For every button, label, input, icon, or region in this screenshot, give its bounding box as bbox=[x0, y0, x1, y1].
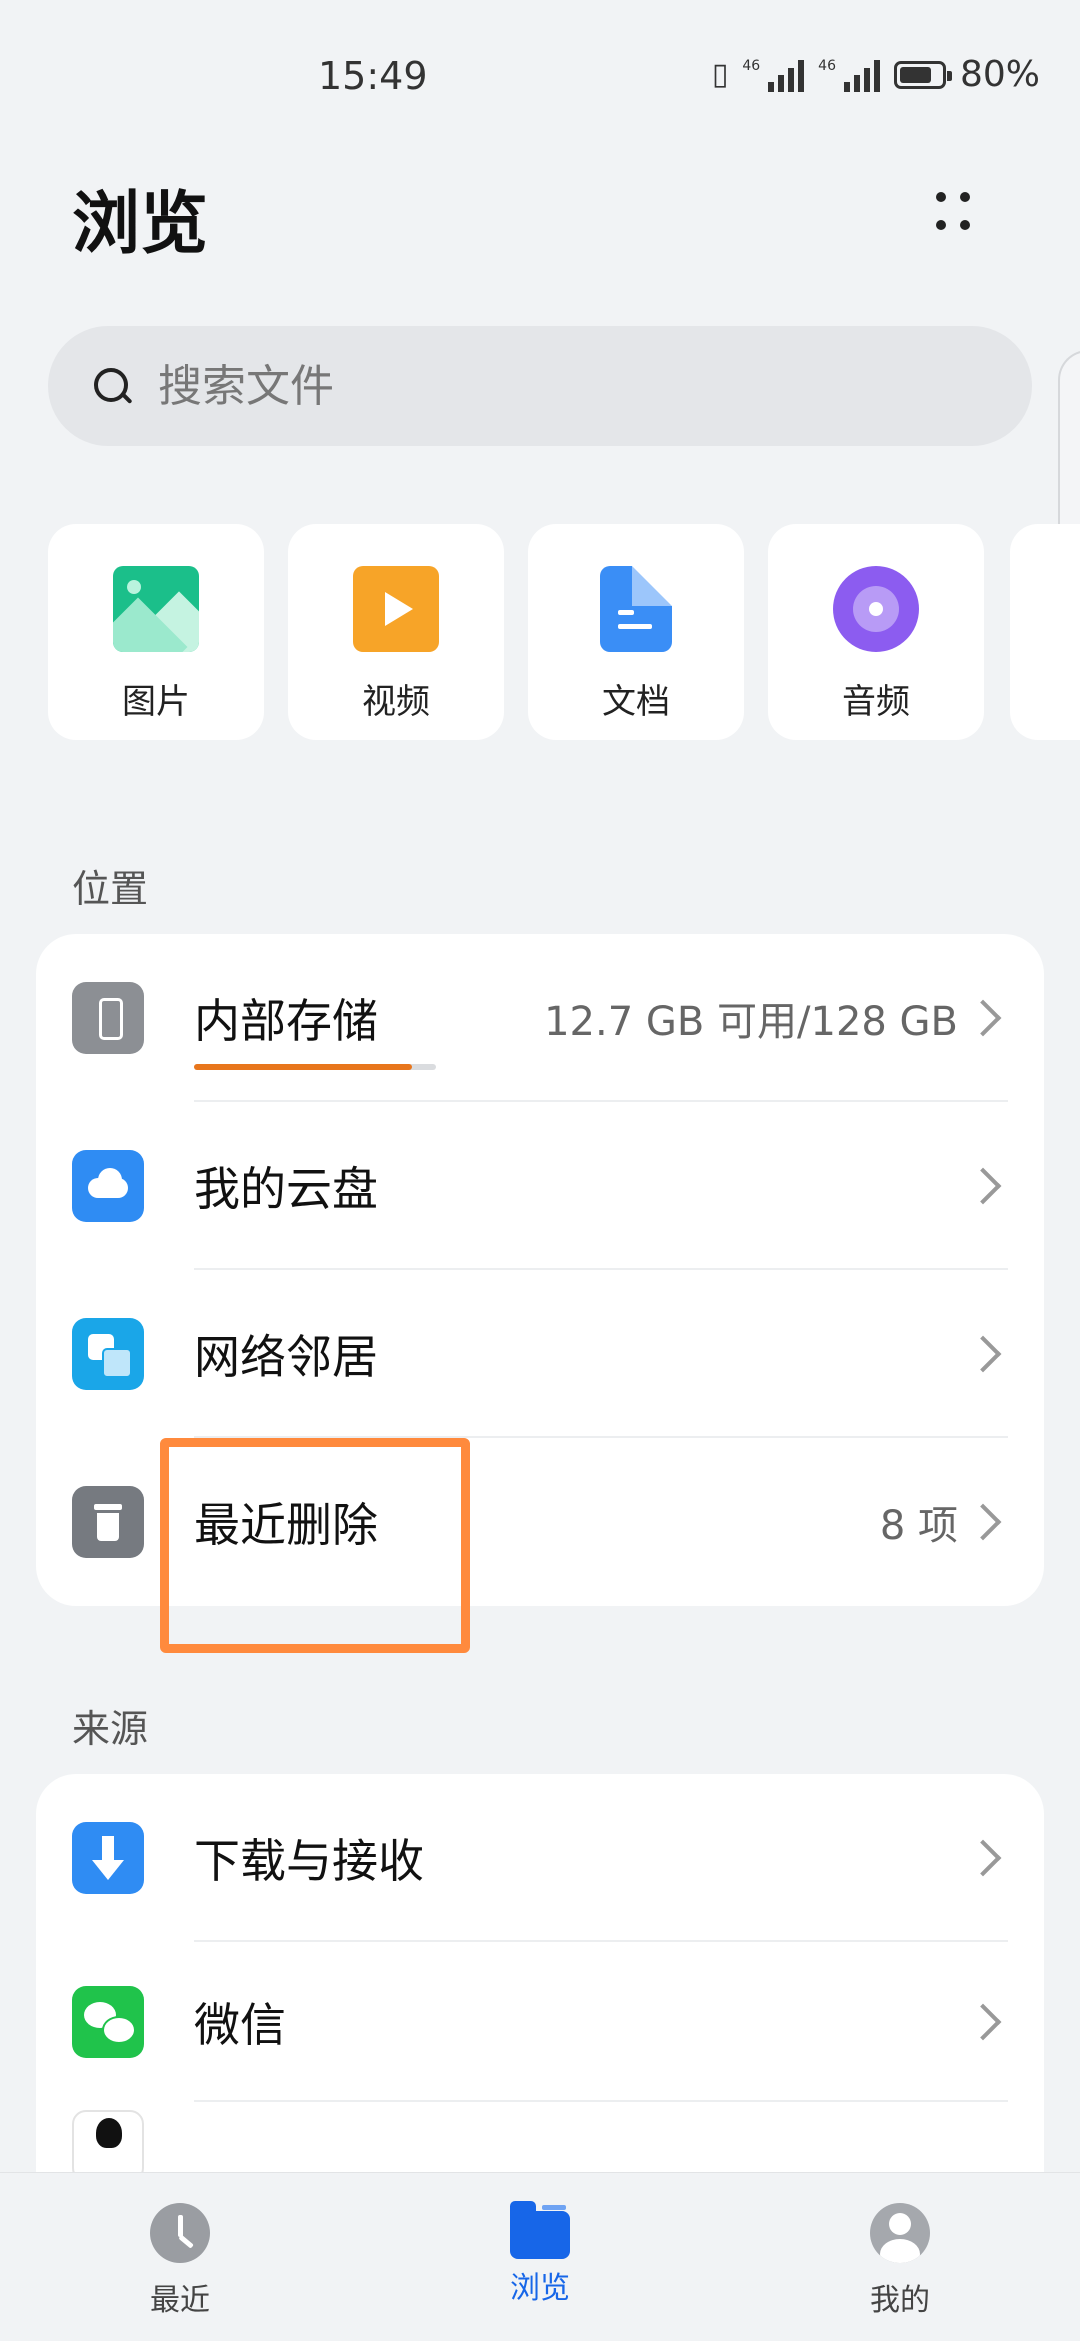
locations-card: 内部存储 12.7 GB 可用/128 GB 我的云盘 网络邻居 最近删除 8 … bbox=[36, 934, 1044, 1606]
location-cloud-drive[interactable]: 我的云盘 bbox=[36, 1102, 1044, 1270]
battery-icon bbox=[893, 60, 952, 89]
signal-icon-2: 46 bbox=[818, 58, 880, 92]
search-bar[interactable] bbox=[48, 326, 1032, 446]
phone-icon bbox=[72, 982, 144, 1054]
image-icon bbox=[113, 566, 199, 652]
category-audio[interactable]: 音频 bbox=[768, 524, 984, 740]
nav-browse[interactable]: 浏览 bbox=[450, 2201, 630, 2307]
signal-icon: 46 bbox=[742, 58, 805, 92]
chevron-right-icon bbox=[964, 999, 1002, 1037]
location-recently-deleted[interactable]: 最近删除 8 项 bbox=[36, 1438, 1044, 1606]
chevron-right-icon bbox=[964, 1839, 1002, 1877]
clock-icon bbox=[150, 2203, 210, 2263]
status-bar: 15:49 ▯ 46 46 80% bbox=[0, 0, 1080, 150]
vibrate-icon: ▯ bbox=[711, 57, 729, 92]
nav-mine[interactable]: 我的 bbox=[810, 2203, 990, 2319]
chevron-right-icon bbox=[964, 1503, 1002, 1541]
more-options-button[interactable] bbox=[920, 180, 984, 244]
user-icon bbox=[870, 2203, 930, 2263]
video-icon bbox=[353, 566, 439, 652]
network-icon bbox=[72, 1318, 144, 1390]
sources-card: 下载与接收 微信 bbox=[36, 1774, 1044, 2194]
category-documents[interactable]: 文档 bbox=[528, 524, 744, 740]
location-network-neighborhood[interactable]: 网络邻居 bbox=[36, 1270, 1044, 1438]
location-internal-storage[interactable]: 内部存储 12.7 GB 可用/128 GB bbox=[36, 934, 1044, 1102]
chevron-right-icon bbox=[964, 2003, 1002, 2041]
audio-icon bbox=[833, 566, 919, 652]
page-title: 浏览 bbox=[72, 185, 209, 264]
category-more[interactable] bbox=[1010, 524, 1080, 740]
category-images[interactable]: 图片 bbox=[48, 524, 264, 740]
download-icon bbox=[72, 1822, 144, 1894]
search-input[interactable] bbox=[156, 359, 960, 413]
chevron-right-icon bbox=[964, 1335, 1002, 1373]
search-icon bbox=[88, 362, 136, 410]
section-title-locations: 位置 bbox=[72, 867, 149, 911]
storage-usage-bar bbox=[194, 1064, 436, 1070]
deleted-count: 8 项 bbox=[879, 1503, 958, 1549]
nav-recent[interactable]: 最近 bbox=[90, 2203, 270, 2319]
storage-value: 12.7 GB 可用/128 GB bbox=[544, 999, 958, 1045]
status-icons: ▯ 46 46 80% bbox=[712, 54, 1040, 95]
status-time: 15:49 bbox=[318, 54, 428, 98]
folder-icon bbox=[510, 2201, 570, 2259]
bottom-navigation: 最近 浏览 我的 bbox=[0, 2172, 1080, 2341]
document-icon bbox=[600, 566, 672, 652]
cloud-icon bbox=[72, 1150, 144, 1222]
source-wechat[interactable]: 微信 bbox=[36, 1942, 1044, 2102]
section-title-sources: 来源 bbox=[72, 1707, 149, 1751]
category-videos[interactable]: 视频 bbox=[288, 524, 504, 740]
chevron-right-icon bbox=[964, 1167, 1002, 1205]
wechat-icon bbox=[72, 1986, 144, 2058]
source-downloads[interactable]: 下载与接收 bbox=[36, 1774, 1044, 1942]
battery-percent: 80% bbox=[959, 54, 1040, 95]
trash-icon bbox=[72, 1486, 144, 1558]
